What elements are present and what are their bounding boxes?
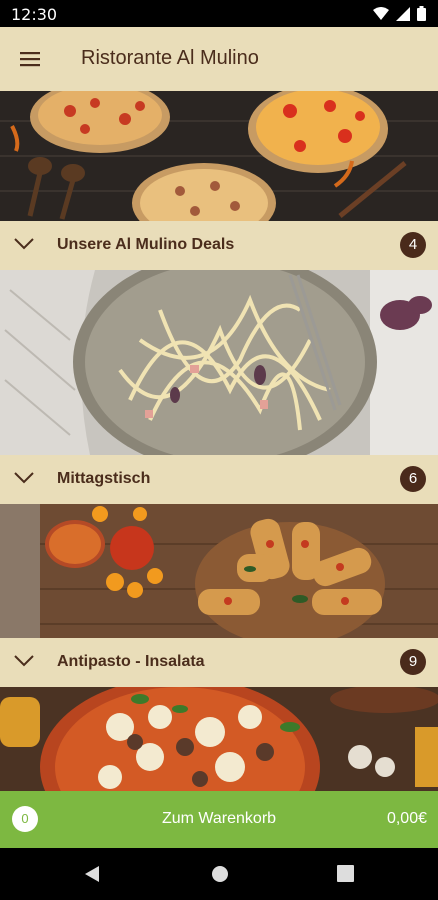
category-mittagstisch[interactable]: Mittagstisch 6 xyxy=(0,455,438,504)
pizza-image xyxy=(0,687,438,791)
signal-icon xyxy=(396,6,410,21)
app-title: Ristorante Al Mulino xyxy=(81,47,259,69)
bruschetta-image xyxy=(0,504,438,638)
recents-icon[interactable] xyxy=(337,865,354,882)
category-label: Antipasto - Insalata xyxy=(57,653,205,670)
battery-icon xyxy=(417,6,426,21)
category-count-badge: 6 xyxy=(400,466,426,492)
category-count-badge: 9 xyxy=(400,649,426,675)
category-label: Mittagstisch xyxy=(57,470,151,487)
menu-icon[interactable] xyxy=(18,47,44,71)
category-label: Unsere Al Mulino Deals xyxy=(57,236,235,253)
category-list: Unsere Al Mulino Deals 4 Mittagstisch 6 … xyxy=(0,91,438,791)
chevron-down-icon xyxy=(14,472,34,484)
status-bar: 12:30 xyxy=(0,0,438,27)
header-pizza-image xyxy=(0,91,438,221)
category-count-badge: 4 xyxy=(400,232,426,258)
cart-bar[interactable]: 0 Zum Warenkorb 0,00€ xyxy=(0,791,438,848)
app-bar: Ristorante Al Mulino xyxy=(0,27,438,91)
back-icon[interactable] xyxy=(84,865,100,883)
wifi-icon xyxy=(373,6,389,20)
category-antipasto[interactable]: Antipasto - Insalata 9 xyxy=(0,638,438,687)
pasta-image xyxy=(0,270,438,455)
category-deals[interactable]: Unsere Al Mulino Deals 4 xyxy=(0,221,438,270)
system-nav-bar xyxy=(0,848,438,900)
chevron-down-icon xyxy=(14,655,34,667)
status-time: 12:30 xyxy=(11,5,58,24)
cart-total: 0,00€ xyxy=(386,810,427,827)
chevron-down-icon xyxy=(14,238,34,250)
cart-label: Zum Warenkorb xyxy=(161,810,277,827)
status-icons xyxy=(373,6,426,21)
home-icon[interactable] xyxy=(211,865,229,883)
